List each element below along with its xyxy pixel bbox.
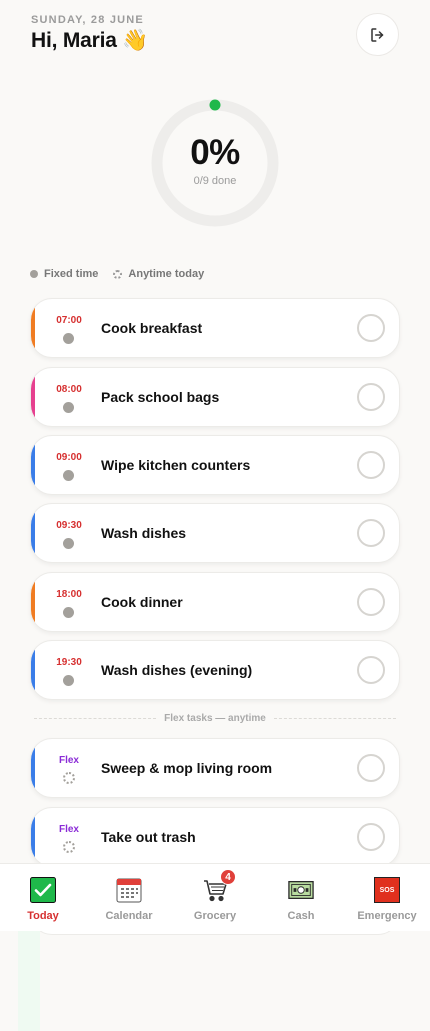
date-label: SUNDAY, 28 JUNE	[31, 14, 144, 26]
nav-grocery-label: Grocery	[193, 910, 237, 922]
anytime-spinner-icon	[63, 772, 75, 784]
task-time: 08:00	[56, 384, 82, 395]
logout-icon	[370, 27, 383, 42]
flex-tag: Flex	[58, 824, 79, 835]
task-color-bar	[31, 573, 35, 631]
header: SUNDAY, 28 JUNE Hi, Maria 👋	[31, 14, 149, 53]
task-title: Wash dishes	[101, 525, 187, 541]
anytime-spinner-icon	[63, 841, 75, 853]
fixed-time-dot-icon	[63, 402, 74, 413]
legend-fixed-label: Fixed time	[44, 268, 99, 280]
task-card[interactable]: 18:00 Cook dinner	[30, 572, 400, 632]
task-color-bar	[31, 299, 35, 357]
task-title: Cook breakfast	[101, 320, 203, 336]
calendar-icon	[116, 877, 142, 903]
progress-ring: 0% 0/9 done	[150, 98, 280, 228]
task-checkbox[interactable]	[357, 314, 385, 342]
task-card[interactable]: 09:00 Wipe kitchen counters	[30, 435, 400, 495]
task-color-bar	[31, 641, 35, 699]
progress-count: 0/9 done	[193, 175, 237, 187]
legend: Fixed time Anytime today	[30, 268, 204, 280]
task-color-bar	[31, 739, 35, 797]
progress-percent: 0%	[190, 133, 240, 172]
flex-task-card[interactable]: Flex Take out trash	[30, 807, 400, 867]
task-title: Pack school bags	[101, 389, 220, 405]
task-time: 18:00	[56, 589, 82, 600]
flex-divider-label: Flex tasks — anytime	[164, 713, 266, 724]
flex-tag: Flex	[58, 755, 79, 766]
task-time: 09:30	[56, 520, 82, 531]
nav-emergency-label: Emergency	[357, 910, 417, 922]
legend-anytime-label: Anytime today	[128, 268, 205, 280]
nav-calendar[interactable]: Calendar	[86, 864, 172, 931]
nav-calendar-label: Calendar	[105, 910, 153, 922]
task-card[interactable]: 09:30 Wash dishes	[30, 503, 400, 563]
task-title: Sweep & mop living room	[101, 760, 273, 776]
task-checkbox[interactable]	[357, 823, 385, 851]
anytime-spinner-icon	[113, 269, 123, 279]
task-color-bar	[31, 808, 35, 866]
nav-cash[interactable]: Cash	[258, 864, 344, 931]
task-time: 07:00	[56, 315, 82, 326]
sos-text: SOS	[379, 886, 395, 894]
cash-icon	[288, 877, 314, 903]
task-checkbox[interactable]	[357, 383, 385, 411]
fixed-time-dot-icon	[63, 470, 74, 481]
task-title: Take out trash	[101, 829, 196, 845]
task-time: 09:00	[56, 452, 82, 463]
task-checkbox[interactable]	[357, 656, 385, 684]
nav-cash-label: Cash	[287, 910, 315, 922]
task-color-bar	[31, 368, 35, 426]
shopping-cart-icon: 4	[202, 869, 236, 903]
task-title: Cook dinner	[101, 594, 183, 610]
check-box-icon	[30, 877, 56, 903]
fixed-time-dot-icon	[63, 333, 74, 344]
nav-today[interactable]: Today	[0, 864, 86, 931]
task-checkbox[interactable]	[357, 519, 385, 547]
task-card[interactable]: 07:00 Cook breakfast	[30, 298, 400, 358]
fixed-time-dot-icon	[63, 675, 74, 686]
task-card[interactable]: 19:30 Wash dishes (evening)	[30, 640, 400, 700]
nav-emergency[interactable]: SOS Emergency	[344, 864, 430, 931]
fixed-time-dot-icon	[63, 538, 74, 549]
task-time: 19:30	[56, 657, 82, 668]
grocery-badge: 4	[220, 869, 236, 885]
flex-divider: Flex tasks — anytime	[34, 713, 396, 724]
task-card[interactable]: 08:00 Pack school bags	[30, 367, 400, 427]
flex-task-card[interactable]: Flex Sweep & mop living room	[30, 738, 400, 798]
task-checkbox[interactable]	[357, 588, 385, 616]
fixed-time-dot-icon	[30, 270, 38, 278]
nav-grocery[interactable]: 4 Grocery	[172, 864, 258, 931]
task-checkbox[interactable]	[357, 451, 385, 479]
logout-button[interactable]	[356, 13, 399, 56]
task-color-bar	[31, 436, 35, 494]
sos-icon: SOS	[374, 877, 400, 903]
task-color-bar	[31, 504, 35, 562]
greeting: Hi, Maria 👋	[31, 29, 149, 52]
task-title: Wash dishes (evening)	[101, 662, 253, 678]
task-checkbox[interactable]	[357, 754, 385, 782]
bottom-nav: Today Calendar 4 Grocery Cash SOS Emerge…	[0, 863, 430, 931]
nav-today-label: Today	[27, 910, 59, 922]
fixed-time-dot-icon	[63, 607, 74, 618]
task-title: Wipe kitchen counters	[101, 457, 251, 473]
